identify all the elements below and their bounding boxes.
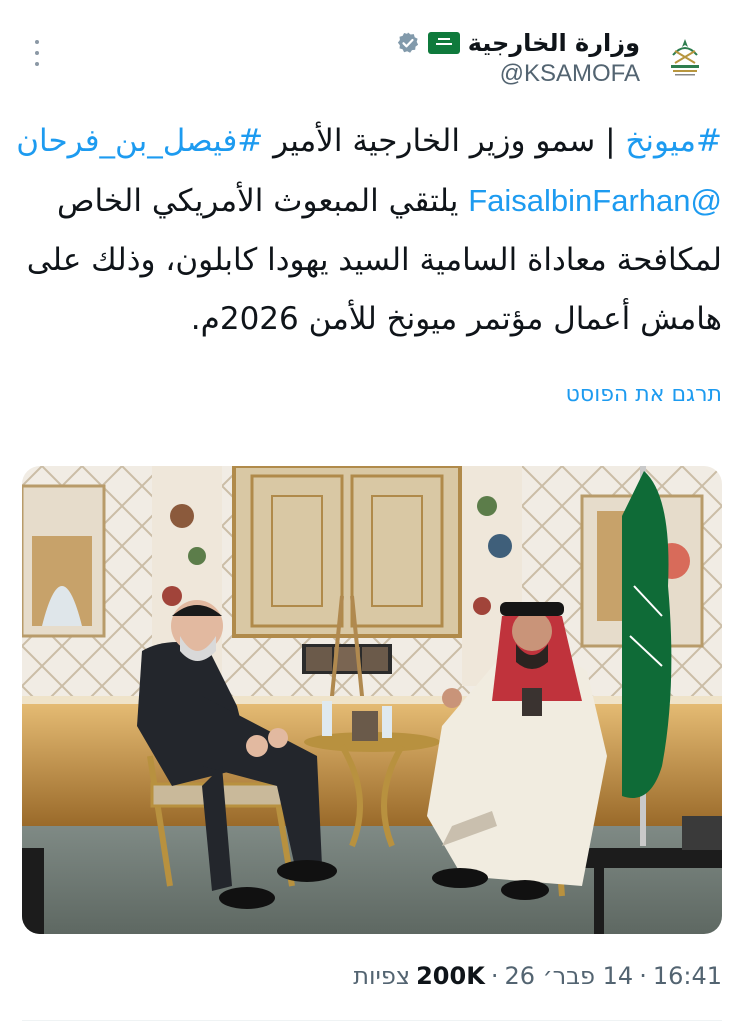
hashtag-munich[interactable]: #ميونخ	[625, 123, 722, 159]
saudi-flag-icon	[427, 32, 460, 54]
tweet-date[interactable]: 14 פבר׳ 26	[504, 962, 633, 990]
tweet-line-3: لمكافحة معاداة السامية السيد يهودا كابلو…	[26, 242, 722, 278]
author-display-name[interactable]: وزارة الخارجية	[468, 29, 640, 57]
separator-dot: ·	[490, 962, 499, 990]
divider	[22, 1020, 722, 1021]
hashtag-faisal-bin-farhan[interactable]: #فيصل_بن_فرحان	[16, 123, 263, 159]
more-options-icon[interactable]	[32, 40, 42, 66]
tweet-line-1-text: | سمو وزير الخارجية الأمير	[263, 123, 626, 159]
views-label: צפיות	[353, 962, 411, 990]
views-count: 200K	[416, 962, 485, 990]
tweet-photo[interactable]	[22, 466, 722, 934]
tweet-text: #ميونخ | سمو وزير الخارجية الأمير #فيصل_…	[16, 112, 722, 349]
meeting-photo-image	[22, 466, 722, 934]
mention-faisalbinfarhan[interactable]: @FaisalbinFarhan	[468, 183, 722, 218]
author-handle[interactable]: @KSAMOFA	[500, 60, 640, 88]
tweet-line-1: #ميونخ | سمو وزير الخارجية الأمير #فيصل_…	[16, 112, 722, 171]
separator-dot: ·	[639, 962, 647, 990]
translate-post-link[interactable]: תרגם את הפוסט	[566, 382, 722, 407]
tweet-line-2-text: يلتقي المبعوث الأمريكي الخاص	[56, 183, 469, 219]
tweet-line-2: @FaisalbinFarhan يلتقي المبعوث الأمريكي …	[28, 171, 722, 231]
tweet-line-4: هامش أعمال مؤتمر ميونخ للأمن 2026م.	[190, 301, 722, 337]
ministry-emblem-icon[interactable]	[658, 30, 712, 84]
tweet-time[interactable]: 16:41	[653, 962, 722, 990]
tweet-meta: 16:41 · 14 פבר׳ 26 · 200K צפיות	[353, 962, 722, 990]
author-name-row[interactable]: وزارة الخارجية	[396, 28, 640, 58]
verified-badge-icon[interactable]	[396, 31, 420, 55]
